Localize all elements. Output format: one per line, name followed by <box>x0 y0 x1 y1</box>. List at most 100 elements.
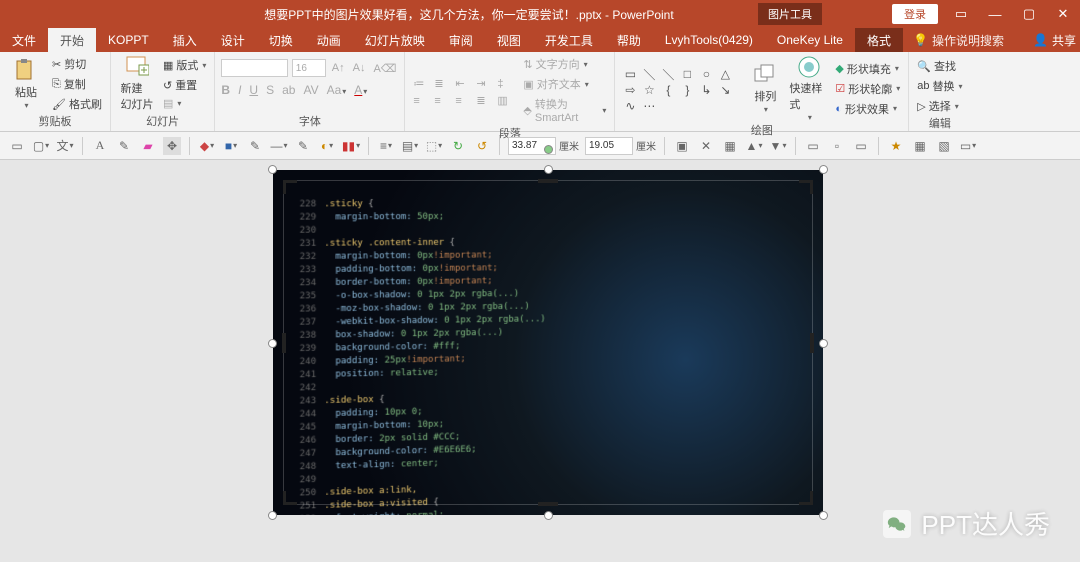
crop-frame[interactable] <box>283 180 813 505</box>
select-button[interactable]: ▷选择▾ <box>915 97 964 115</box>
qat-move-icon[interactable]: ✥ <box>163 137 181 155</box>
qat-fill-icon[interactable]: ■▾ <box>222 137 240 155</box>
handle-bottommid[interactable] <box>544 511 553 520</box>
replace-button[interactable]: ab替换▾ <box>915 77 964 95</box>
qat-more6-icon[interactable]: ▭▾ <box>959 137 977 155</box>
paste-button[interactable]: 粘贴 ▾ <box>6 59 46 110</box>
quick-styles-button[interactable]: 快速样式▾ <box>789 55 829 122</box>
handle-rotate[interactable] <box>544 145 553 154</box>
tab-slideshow[interactable]: 幻灯片放映 <box>353 28 437 52</box>
login-button[interactable]: 登录 <box>892 4 938 24</box>
picture-tools-tab[interactable]: 图片工具 <box>758 3 822 25</box>
qat-group2-icon[interactable]: ⬚▾ <box>425 137 443 155</box>
tab-transitions[interactable]: 切换 <box>257 28 305 52</box>
shape-tri-icon[interactable]: △ <box>716 67 734 82</box>
shape-effects-button[interactable]: ◐形状效果▾ <box>833 100 902 118</box>
qat-more5-icon[interactable]: ▧ <box>935 137 953 155</box>
qat-more3-icon[interactable]: ▭ <box>852 137 870 155</box>
shape-lbrace-icon[interactable]: { <box>659 83 677 98</box>
crop-corner-br[interactable] <box>799 491 813 505</box>
qat-new2-icon[interactable]: ▢▾ <box>32 137 50 155</box>
tab-design[interactable]: 设计 <box>209 28 257 52</box>
arrange-button[interactable]: 排列▾ <box>745 63 785 114</box>
qat-front-icon[interactable]: ▲▾ <box>745 137 763 155</box>
format-painter-button[interactable]: 🖌格式刷 <box>50 95 104 113</box>
qat-more1-icon[interactable]: ▭ <box>804 137 822 155</box>
crop-edge-left[interactable] <box>282 333 286 353</box>
qat-rotate2-icon[interactable]: ↺ <box>473 137 491 155</box>
ribbon-options-icon[interactable]: ▭ <box>944 2 978 26</box>
handle-midleft[interactable] <box>268 339 277 348</box>
crop-edge-right[interactable] <box>810 333 814 353</box>
reset-button[interactable]: ↺重置 <box>161 76 208 94</box>
qat-align-icon[interactable]: ≡▾ <box>377 137 395 155</box>
qat-new-icon[interactable]: ▭ <box>8 137 26 155</box>
qat-more4-icon[interactable]: ▦ <box>911 137 929 155</box>
qat-del-icon[interactable]: ✕ <box>697 137 715 155</box>
tab-lvyhtools[interactable]: LvyhTools(0429) <box>653 28 765 52</box>
shape-fill-button[interactable]: ◆形状填充▾ <box>833 60 902 78</box>
new-slide-button[interactable]: 新建 幻灯片 <box>117 55 157 112</box>
crop-corner-tr[interactable] <box>799 180 813 194</box>
tab-format[interactable]: 格式 <box>855 28 903 52</box>
tell-me-search[interactable]: 💡 操作说明搜索 <box>913 28 1004 52</box>
qat-more2-icon[interactable]: ▫ <box>828 137 846 155</box>
close-icon[interactable]: ✕ <box>1046 2 1080 26</box>
qat-crop-icon[interactable]: ▣ <box>673 137 691 155</box>
shape-star-icon[interactable]: ☆ <box>640 83 658 98</box>
qat-eyedrop3-icon[interactable]: ✎ <box>294 137 312 155</box>
tab-home[interactable]: 开始 <box>48 28 96 52</box>
shape-more-icon[interactable]: ⋯ <box>640 99 658 114</box>
tab-insert[interactable]: 插入 <box>161 28 209 52</box>
find-button[interactable]: 🔍查找 <box>915 57 964 75</box>
selected-image[interactable]: 228.sticky { 229 margin-bottom: 50px; 23… <box>273 170 823 515</box>
shapes-gallery[interactable]: ▭ ＼ ＼ □ ○ △ ⇨ ☆ { } ↳ ↘ ∿ ⋯ <box>621 64 741 114</box>
crop-edge-bottom[interactable] <box>538 502 558 506</box>
handle-topright[interactable] <box>819 165 828 174</box>
qat-text-icon[interactable]: 文▾ <box>56 137 74 155</box>
qat-back-icon[interactable]: ▼▾ <box>769 137 787 155</box>
handle-topleft[interactable] <box>268 165 277 174</box>
qat-layers-icon[interactable]: ▦ <box>721 137 739 155</box>
shape-outline-button[interactable]: ☑形状轮廓▾ <box>833 80 902 98</box>
shape-rect-icon[interactable]: ▭ <box>621 67 639 82</box>
handle-bottomright[interactable] <box>819 511 828 520</box>
shape-rbrace-icon[interactable]: } <box>678 83 696 98</box>
minimize-icon[interactable]: — <box>978 2 1012 26</box>
tab-animations[interactable]: 动画 <box>305 28 353 52</box>
tab-koppt[interactable]: KOPPT <box>96 28 161 52</box>
qat-fx-icon[interactable]: ◐▾ <box>318 137 336 155</box>
handle-topmid[interactable] <box>544 165 553 174</box>
cut-button[interactable]: ✂剪切 <box>50 55 104 73</box>
maximize-icon[interactable]: ▢ <box>1012 2 1046 26</box>
tab-help[interactable]: 帮助 <box>605 28 653 52</box>
shape-connector-icon[interactable]: ↳ <box>697 83 715 98</box>
copy-button[interactable]: ⎘复制 <box>50 75 104 93</box>
tab-review[interactable]: 审阅 <box>437 28 485 52</box>
qat-anim-icon[interactable]: ★ <box>887 137 905 155</box>
shape-connector2-icon[interactable]: ↘ <box>716 83 734 98</box>
handle-bottomleft[interactable] <box>268 511 277 520</box>
tab-view[interactable]: 视图 <box>485 28 533 52</box>
qat-dist-icon[interactable]: ▤▾ <box>401 137 419 155</box>
crop-edge-top[interactable] <box>538 179 558 183</box>
shape-curve-icon[interactable]: ∿ <box>621 99 639 114</box>
qat-highlight-icon[interactable]: ▰ <box>139 137 157 155</box>
qat-shape-icon[interactable]: ◆▾ <box>198 137 216 155</box>
tab-onekeylite[interactable]: OneKey Lite <box>765 28 855 52</box>
qat-chart-icon[interactable]: ▮▮▾ <box>342 137 360 155</box>
shape-oval-icon[interactable]: ○ <box>697 67 715 82</box>
crop-corner-tl[interactable] <box>283 180 297 194</box>
qat-font-icon[interactable]: A <box>91 137 109 155</box>
slide-canvas[interactable]: 228.sticky { 229 margin-bottom: 50px; 23… <box>0 160 1080 562</box>
qat-line-icon[interactable]: ―▾ <box>270 137 288 155</box>
tab-file[interactable]: 文件 <box>0 28 48 52</box>
handle-midright[interactable] <box>819 339 828 348</box>
shape-line-icon[interactable]: ＼ <box>640 67 658 82</box>
qat-rotate-icon[interactable]: ↻ <box>449 137 467 155</box>
shape-line2-icon[interactable]: ＼ <box>659 67 677 82</box>
tab-developer[interactable]: 开发工具 <box>533 28 605 52</box>
share-button[interactable]: 👤 共享 <box>1033 28 1080 52</box>
shape-arrow-icon[interactable]: ⇨ <box>621 83 639 98</box>
qat-eyedrop-icon[interactable]: ✎ <box>115 137 133 155</box>
